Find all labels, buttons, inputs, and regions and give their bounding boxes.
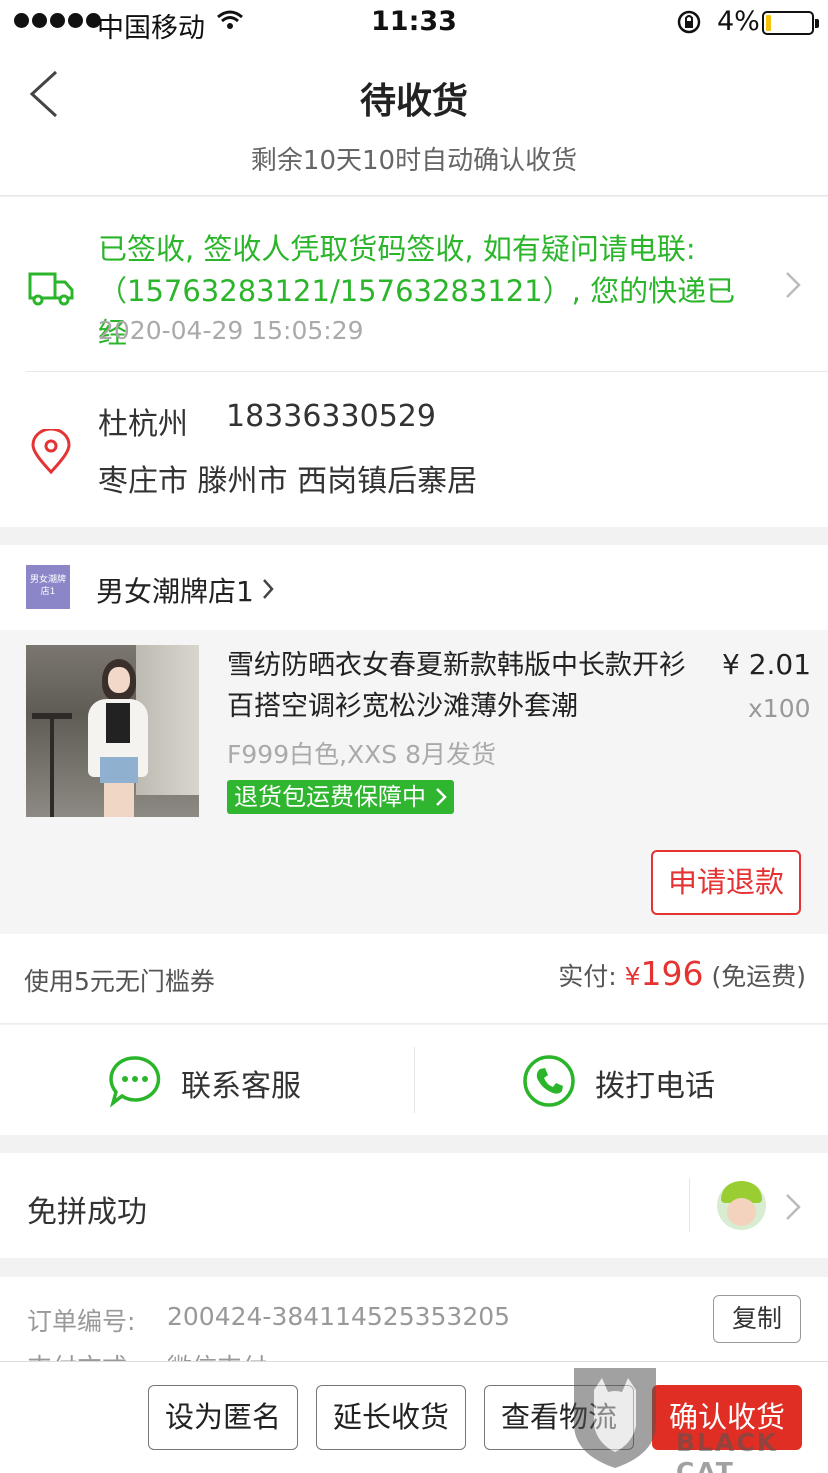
view-logistics-button[interactable]: 查看物流	[484, 1385, 634, 1450]
paid-amount: 实付: ¥196 (免运费)	[558, 954, 806, 993]
product-price: ¥ 2.01	[722, 648, 812, 681]
nav-header: 待收货 剩余10天10时自动确认收货	[0, 46, 828, 196]
currency-symbol: ¥	[624, 962, 641, 991]
shipping-note: (免运费)	[711, 962, 806, 991]
product-title[interactable]: 雪纺防晒衣女春夏新款韩版中长款开衫百搭空调衫宽松沙滩薄外套潮	[227, 645, 697, 727]
badge-label: 退货包运费保障中	[234, 783, 426, 811]
phone-icon	[522, 1054, 576, 1112]
anonymous-button[interactable]: 设为匿名	[148, 1385, 298, 1450]
paid-label: 实付:	[558, 962, 617, 991]
chevron-right-icon	[434, 780, 448, 823]
group-status-label: 免拼成功	[27, 1195, 147, 1230]
product-quantity: x100	[748, 694, 811, 723]
return-shipping-badge[interactable]: 退货包运费保障中	[227, 780, 454, 814]
truck-icon	[27, 268, 75, 312]
paid-value: 196	[640, 954, 704, 993]
recipient-phone: 18336330529	[226, 399, 436, 434]
product-spec: F999白色,XXS 8月发货	[227, 740, 497, 769]
avatar[interactable]	[717, 1181, 766, 1230]
confirm-receipt-button[interactable]: 确认收货	[652, 1385, 802, 1450]
chevron-right-icon	[784, 270, 802, 304]
battery-percentage: 4%	[717, 6, 760, 37]
logistics-time: 2020-04-29 15:05:29	[98, 316, 364, 345]
recipient-address: 枣庄市 滕州市 西岗镇后寨居	[98, 464, 478, 499]
clock: 11:33	[371, 6, 457, 37]
shop-name[interactable]: 男女潮牌店1	[96, 570, 254, 610]
contact-service-label: 联系客服	[181, 1069, 301, 1104]
page-title: 待收货	[359, 81, 468, 122]
auto-confirm-countdown: 剩余10天10时自动确认收货	[250, 146, 578, 176]
call-phone-label: 拨打电话	[595, 1069, 715, 1104]
recipient-name: 杜杭州	[98, 407, 188, 442]
chevron-right-icon	[261, 577, 275, 605]
status-bar: 中国移动 11:33 4%	[0, 0, 828, 46]
shop-logo: 男女潮牌店1	[26, 565, 70, 609]
divider	[26, 371, 828, 372]
chevron-right-icon	[784, 1192, 802, 1226]
order-number-label: 订单编号:	[27, 1307, 136, 1336]
order-number-value: 200424-384114525353205	[167, 1302, 511, 1331]
location-pin-icon	[30, 427, 72, 479]
extend-receipt-button[interactable]: 延长收货	[316, 1385, 466, 1450]
divider	[689, 1178, 690, 1232]
chat-bubble-icon	[108, 1054, 162, 1112]
rotation-lock-icon	[676, 9, 702, 42]
coupon-used: 使用5元无门槛券	[24, 967, 215, 996]
request-refund-button[interactable]: 申请退款	[651, 850, 801, 915]
divider	[414, 1047, 415, 1113]
copy-order-number-button[interactable]: 复制	[713, 1295, 801, 1343]
battery-icon	[762, 11, 819, 35]
product-image[interactable]	[26, 645, 199, 817]
